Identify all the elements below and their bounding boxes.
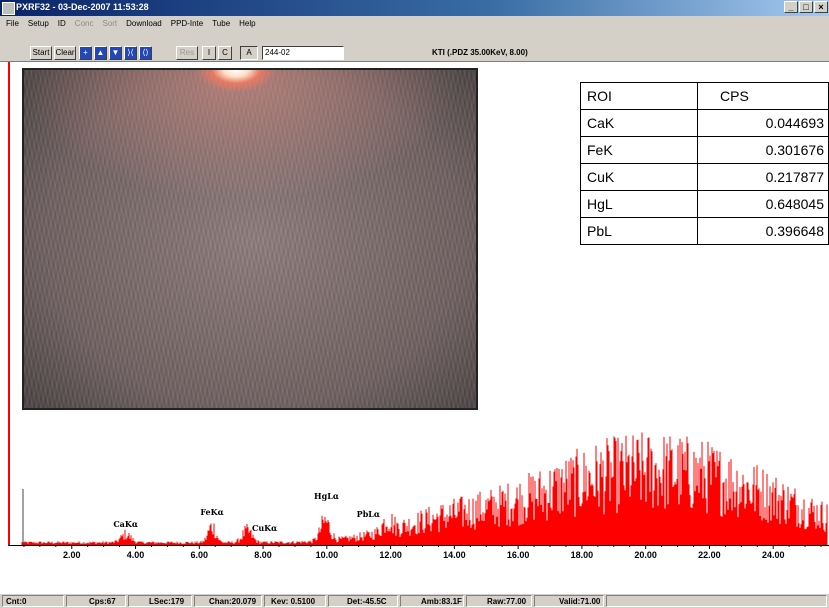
status-kev: Kev: 0.5100 <box>264 595 326 607</box>
cps-value: 0.396648 <box>697 217 829 245</box>
status-chan: Chan:20.079 <box>194 595 262 607</box>
menu-sort[interactable]: Sort <box>102 19 117 28</box>
peak-label: CuKα <box>252 523 277 533</box>
menu-setup[interactable]: Setup <box>28 19 49 28</box>
x-tick-label: 16.00 <box>507 550 530 560</box>
peak-label: FeKα <box>200 507 223 517</box>
x-tick-label: 22.00 <box>698 550 721 560</box>
menu-ppd-inte[interactable]: PPD-Inte <box>171 19 203 28</box>
cps-value: 0.648045 <box>697 190 829 218</box>
sample-camera-image <box>22 68 478 410</box>
compress-x-icon[interactable]: ⟨⟩ <box>139 46 152 60</box>
menu-tube[interactable]: Tube <box>212 19 230 28</box>
x-tick-label: 24.00 <box>762 550 785 560</box>
roi-name: CuK <box>580 163 698 191</box>
x-tick-label: 10.00 <box>316 550 339 560</box>
table-row: HgL 0.648045 <box>580 190 829 218</box>
table-row: CaK 0.044693 <box>580 109 829 137</box>
x-tick-label: 12.00 <box>379 550 402 560</box>
roi-table-header: ROI CPS <box>580 82 829 110</box>
scale-down-icon[interactable]: ▼ <box>109 46 122 60</box>
x-tick-label: 2.00 <box>63 550 81 560</box>
roi-name: PbL <box>580 217 698 245</box>
restore-button[interactable]: □ <box>799 1 813 13</box>
peak-label: CaKα <box>113 519 138 529</box>
cps-value: 0.217877 <box>697 163 829 191</box>
status-raw: Raw:77.00 <box>466 595 532 607</box>
x-tick-label: 14.00 <box>443 550 466 560</box>
x-tick-label: 18.00 <box>571 550 594 560</box>
kti-label: KTI (.PDZ 35.00KeV, 8.00) <box>432 48 528 57</box>
status-det: Det:-45.5C <box>328 595 398 607</box>
spectrum-counts <box>21 432 828 545</box>
window-title: PXRF32 - 03-Dec-2007 11:53:28 <box>16 2 149 12</box>
table-row: CuK 0.217877 <box>580 163 829 191</box>
res-button[interactable]: Res <box>176 46 198 60</box>
scale-up-icon[interactable]: ▲ <box>94 46 107 60</box>
roi-name: HgL <box>580 190 698 218</box>
status-empty <box>606 595 827 607</box>
peak-label: PbLα <box>357 509 380 519</box>
zoom-in-icon[interactable]: + <box>79 46 92 60</box>
spectrum-axis: 2.00 4.00 6.00 8.00 10.00 12.00 14.00 16.00 18.0… <box>8 545 829 560</box>
status-lsec: LSec:179 <box>128 595 192 607</box>
table-row: FeK 0.301676 <box>580 136 829 164</box>
peak-label: HgLα <box>314 491 339 501</box>
menu-bar: File Setup ID Conc Sort Download PPD-Int… <box>0 16 829 30</box>
status-cps: Cps:67 <box>66 595 126 607</box>
sample-id-field[interactable]: 244-02 <box>262 46 344 60</box>
cps-header: CPS <box>697 82 829 110</box>
cps-value: 0.044693 <box>697 109 829 137</box>
start-button[interactable]: Start <box>30 46 52 60</box>
i-button[interactable]: I <box>202 46 216 60</box>
clear-button[interactable]: Clear <box>54 46 76 60</box>
minimize-button[interactable]: _ <box>784 1 798 13</box>
close-button[interactable]: × <box>814 1 828 13</box>
status-bar: Cnt:0 Cps:67 LSec:179 Chan:20.079 Kev: 0… <box>0 594 829 608</box>
status-amb: Amb:83.1F <box>400 595 464 607</box>
toolbar: Start Clear + ▲ ▼ ⟩⟨ ⟨⟩ Res I C A 244-02… <box>0 30 829 62</box>
menu-file[interactable]: File <box>6 19 19 28</box>
menu-conc[interactable]: Conc <box>75 19 94 28</box>
x-tick-label: 6.00 <box>191 550 209 560</box>
x-tick-label: 4.00 <box>127 550 145 560</box>
window-title-bar[interactable]: PXRF32 - 03-Dec-2007 11:53:28 _ □ × <box>0 0 829 16</box>
expand-x-icon[interactable]: ⟩⟨ <box>124 46 137 60</box>
roi-name: FeK <box>580 136 698 164</box>
x-tick-label: 20.00 <box>634 550 657 560</box>
x-tick-label: 8.00 <box>254 550 272 560</box>
roi-name: CaK <box>580 109 698 137</box>
table-row: PbL 0.396648 <box>580 217 829 245</box>
app-icon <box>2 2 15 15</box>
c-button[interactable]: C <box>218 46 232 60</box>
a-button[interactable]: A <box>240 46 258 60</box>
menu-id[interactable]: ID <box>58 19 66 28</box>
menu-download[interactable]: Download <box>126 19 162 28</box>
menu-help[interactable]: Help <box>239 19 255 28</box>
roi-table: ROI CPS CaK 0.044693 FeK 0.301676 CuK 0.… <box>580 82 829 245</box>
status-valid: Valid:71.00 <box>534 595 604 607</box>
cps-value: 0.301676 <box>697 136 829 164</box>
status-count: Cnt:0 <box>2 595 64 607</box>
roi-header: ROI <box>580 82 698 110</box>
